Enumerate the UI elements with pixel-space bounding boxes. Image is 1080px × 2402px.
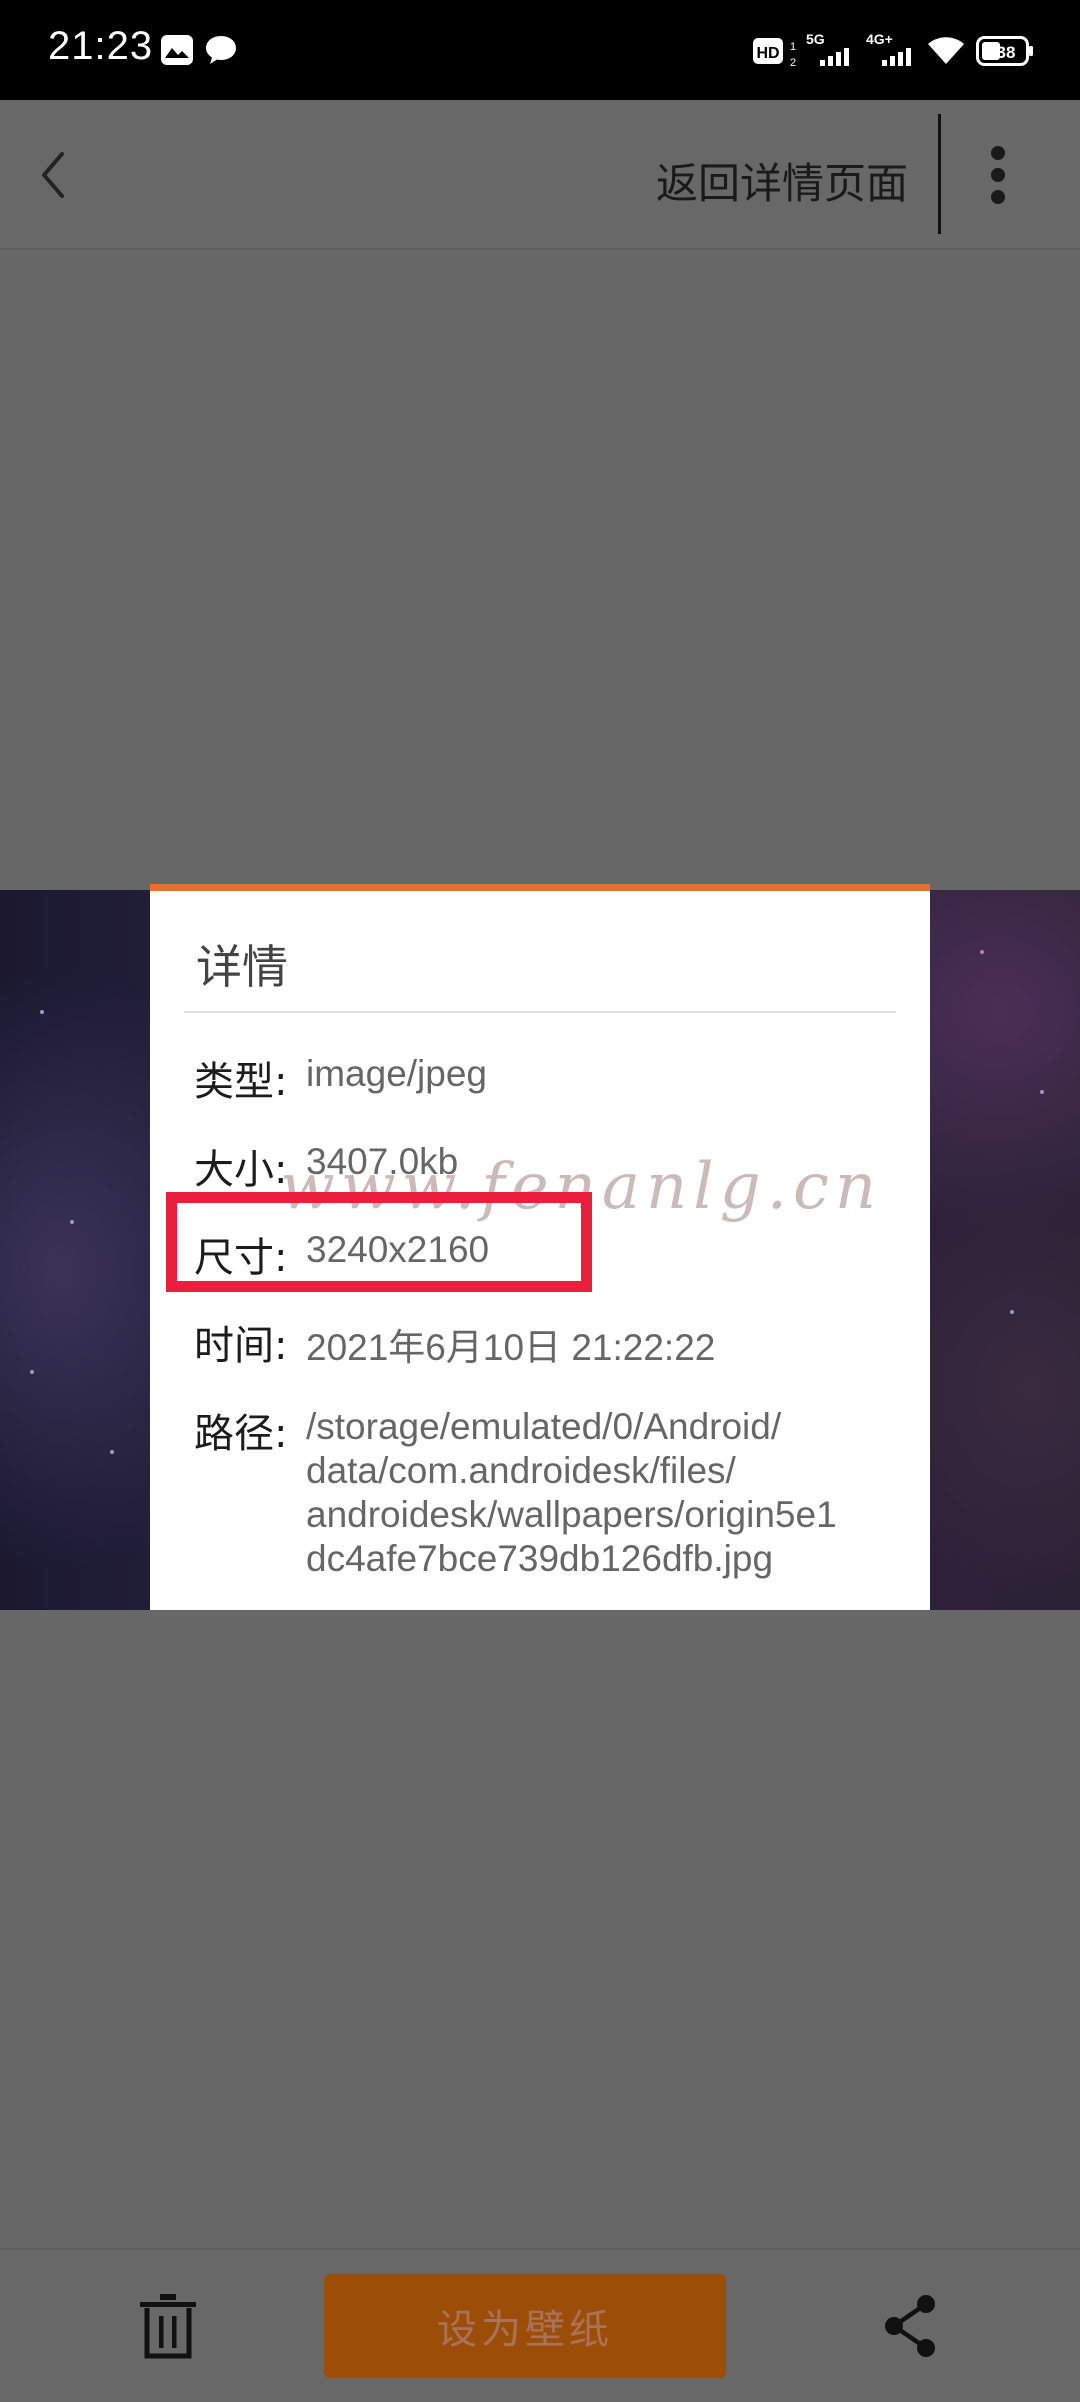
status-bar: 21:23 HD 1 2 5G 4G+ 38 bbox=[0, 0, 1080, 100]
signal-5g-icon: 5G bbox=[806, 30, 852, 74]
network-5g-label: 5G bbox=[806, 31, 825, 47]
network-4g-label: 4G+ bbox=[866, 31, 893, 47]
path-line: /storage/emulated/0/Android/ bbox=[306, 1406, 782, 1447]
time-label: 时间: bbox=[194, 1323, 288, 1369]
type-value: image/jpeg bbox=[306, 1053, 488, 1094]
top-bar: 返回详情页面 bbox=[0, 100, 1080, 250]
path-value: /storage/emulated/0/Android/ data/com.an… bbox=[306, 1405, 906, 1581]
gallery-icon bbox=[160, 34, 194, 70]
top-bar-divider bbox=[938, 114, 941, 234]
chevron-left-icon[interactable] bbox=[24, 140, 84, 210]
set-wallpaper-button[interactable]: 设为壁纸 bbox=[324, 2274, 726, 2378]
signal-4g-icon: 4G+ bbox=[866, 30, 916, 74]
type-label: 类型: bbox=[194, 1059, 288, 1105]
wifi-icon bbox=[926, 34, 966, 70]
size-label: 大小: bbox=[194, 1147, 288, 1193]
battery-level: 38 bbox=[997, 43, 1016, 62]
battery-icon: 38 bbox=[976, 36, 1034, 70]
more-vertical-icon[interactable] bbox=[974, 140, 1024, 210]
share-icon[interactable] bbox=[880, 2292, 940, 2360]
svg-text:1: 1 bbox=[790, 41, 796, 53]
path-line: data/com.androidesk/files/ bbox=[306, 1450, 736, 1491]
dialog-divider bbox=[184, 1011, 896, 1013]
bottom-action-bar: 设为壁纸 bbox=[0, 2248, 1080, 2402]
return-details-title[interactable]: 返回详情页面 bbox=[656, 150, 908, 211]
dimensions-highlight-box bbox=[166, 1192, 592, 1292]
dialog-title: 详情 bbox=[196, 940, 288, 994]
path-line: dc4afe7bce739db126dfb.jpg bbox=[306, 1538, 774, 1579]
path-line: androidesk/wallpapers/origin5e1 bbox=[306, 1494, 837, 1535]
hd-label: HD bbox=[756, 45, 779, 62]
message-bubble-icon bbox=[204, 34, 238, 70]
status-time: 21:23 bbox=[48, 24, 154, 68]
svg-text:2: 2 bbox=[790, 57, 796, 69]
trash-icon[interactable] bbox=[136, 2292, 200, 2362]
hd-voice-icon: HD 1 2 bbox=[752, 36, 798, 74]
time-value: 2021年6月10日 21:22:22 bbox=[306, 1327, 716, 1368]
path-label: 路径: bbox=[194, 1411, 288, 1457]
